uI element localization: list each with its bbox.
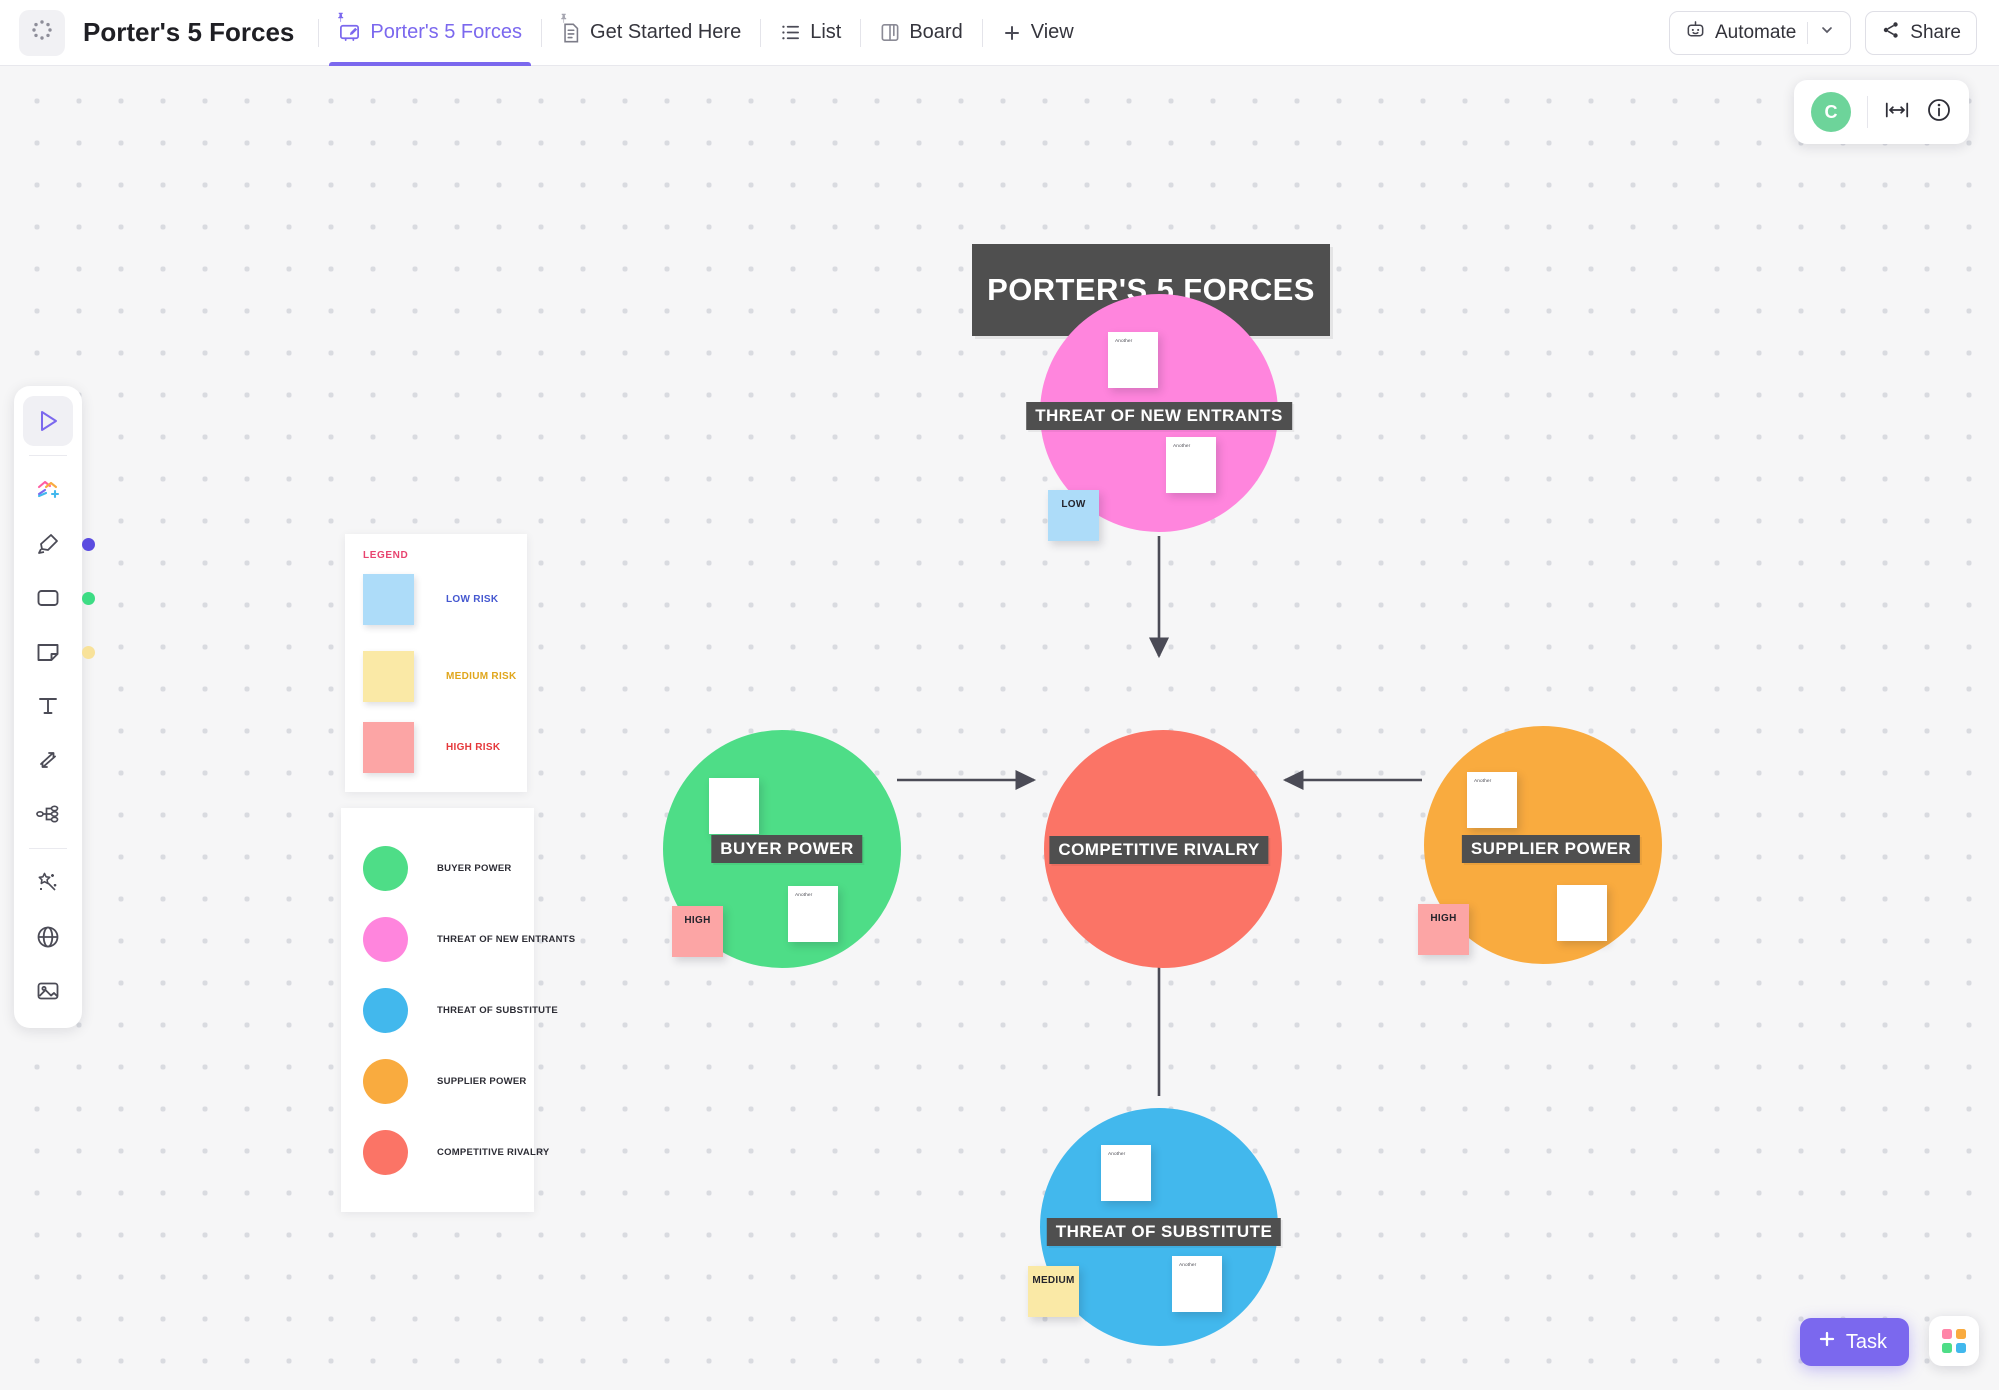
info-circle-icon[interactable] — [1926, 97, 1952, 128]
sticky-note[interactable]: Another — [1467, 772, 1517, 828]
magic-wand-icon — [38, 872, 57, 891]
whiteboard-toolbar — [14, 386, 95, 1028]
sticky-color-chip[interactable] — [82, 646, 95, 659]
select-tool[interactable] — [23, 396, 73, 446]
robot-icon — [1685, 19, 1706, 46]
rounded-square-icon — [37, 590, 59, 606]
node-label-competitive-rivalry: COMPETITIVE RIVALRY — [1049, 836, 1269, 864]
tab-divider — [541, 18, 543, 47]
tab-divider — [318, 18, 320, 47]
add-task-button[interactable]: Task — [1799, 1318, 1909, 1366]
automate-button[interactable]: Automate — [1668, 10, 1852, 55]
templates-tool[interactable] — [23, 465, 73, 515]
sticky-note[interactable]: Another — [1172, 1256, 1222, 1312]
sticky-note[interactable] — [1557, 885, 1607, 941]
bar-divider — [1867, 96, 1868, 128]
image-tool[interactable] — [23, 966, 73, 1016]
text-t-icon — [39, 698, 57, 714]
toolbar-divider — [29, 848, 67, 849]
shape-tool[interactable] — [23, 573, 95, 623]
app-logo-button[interactable] — [19, 9, 65, 56]
tab-divider — [981, 18, 983, 47]
connector-layer — [897, 536, 1422, 1096]
view-tabs: Porter's 5 Forces Get Started Here List … — [316, 0, 1090, 66]
shapes-plus-icon — [37, 480, 60, 499]
tab-divider — [760, 18, 762, 47]
risk-tag-medium[interactable]: MEDIUM — [1028, 1266, 1079, 1317]
sticky-note[interactable] — [709, 778, 759, 834]
image-icon — [37, 982, 59, 1000]
sticky-note[interactable]: Another — [1166, 437, 1216, 493]
pen-tool[interactable] — [23, 519, 95, 569]
pin-icon — [338, 12, 344, 22]
text-tool[interactable] — [23, 681, 73, 731]
toolbar-divider — [29, 455, 67, 456]
whiteboard-canvas[interactable]: C PORTER'S 5 FORCES LEGEND LOW RISK MEDI… — [0, 66, 1999, 1390]
node-label-threat-of-substitute: THREAT OF SUBSTITUTE — [1046, 1218, 1282, 1246]
connector-tool[interactable] — [23, 735, 73, 785]
marker-pen-icon — [38, 534, 58, 554]
apps-grid-icon — [1942, 1329, 1966, 1353]
clickup-dots-icon — [31, 19, 53, 46]
tab-label: Porter's 5 Forces — [370, 21, 523, 43]
tab-add-view[interactable]: View — [985, 0, 1091, 66]
risk-tag-low[interactable]: LOW — [1048, 490, 1099, 541]
plus-icon — [1002, 23, 1022, 43]
tab-get-started-here[interactable]: Get Started Here — [544, 0, 758, 66]
sticky-note-icon — [37, 644, 59, 661]
top-bar: Porter's 5 Forces Porter's 5 Forces Get … — [0, 0, 1999, 66]
button-divider — [1807, 21, 1809, 44]
node-label-supplier-power: SUPPLIER POWER — [1461, 835, 1641, 863]
globe-icon — [37, 926, 59, 948]
node-label-threat-of-new-entrants: THREAT OF NEW ENTRANTS — [1026, 402, 1292, 430]
tab-divider — [860, 18, 862, 47]
tab-list[interactable]: List — [763, 0, 858, 66]
pen-color-chip[interactable] — [82, 538, 95, 551]
share-icon — [1881, 20, 1901, 46]
mindmap-icon — [36, 805, 59, 823]
tab-board[interactable]: Board — [863, 0, 979, 66]
ai-tool[interactable] — [23, 858, 73, 908]
tab-label: View — [1030, 21, 1074, 43]
connector-arrows-icon — [40, 752, 56, 768]
tab-label: Board — [909, 21, 963, 43]
node-label-buyer-power: BUYER POWER — [711, 835, 863, 863]
list-icon — [780, 22, 801, 43]
chevron-down-icon[interactable] — [1819, 22, 1835, 44]
automate-label: Automate — [1714, 21, 1797, 43]
sticky-note[interactable]: Another — [788, 886, 838, 942]
pin-icon — [561, 13, 567, 23]
shape-color-chip[interactable] — [82, 592, 95, 605]
risk-tag-high[interactable]: HIGH — [1418, 904, 1469, 955]
share-button[interactable]: Share — [1865, 10, 1977, 55]
share-label: Share — [1910, 21, 1961, 43]
page-title: Porter's 5 Forces — [83, 17, 295, 47]
tab-label: Get Started Here — [590, 21, 742, 43]
avatar[interactable]: C — [1811, 92, 1851, 132]
mindmap-tool[interactable] — [23, 789, 73, 839]
sticky-note[interactable]: Another — [1101, 1145, 1151, 1201]
tab-porters-5-forces[interactable]: Porter's 5 Forces — [321, 0, 539, 66]
add-task-label: Task — [1845, 1330, 1887, 1353]
apps-grid-button[interactable] — [1929, 1316, 1979, 1366]
tab-label: List — [810, 21, 842, 43]
sticky-note[interactable]: Another — [1108, 332, 1158, 388]
whiteboard-icon — [338, 12, 361, 44]
collaborator-bar: C — [1794, 80, 1969, 144]
plus-icon — [1817, 1329, 1837, 1355]
board-icon — [880, 22, 900, 43]
topbar-actions: Automate Share — [1668, 10, 1977, 55]
fit-to-screen-icon[interactable] — [1884, 99, 1910, 126]
doc-icon — [561, 13, 581, 44]
embed-tool[interactable] — [23, 912, 73, 962]
cursor-arrow-icon — [41, 411, 57, 431]
risk-tag-high[interactable]: HIGH — [672, 906, 723, 957]
sticky-note-tool[interactable] — [23, 627, 95, 677]
